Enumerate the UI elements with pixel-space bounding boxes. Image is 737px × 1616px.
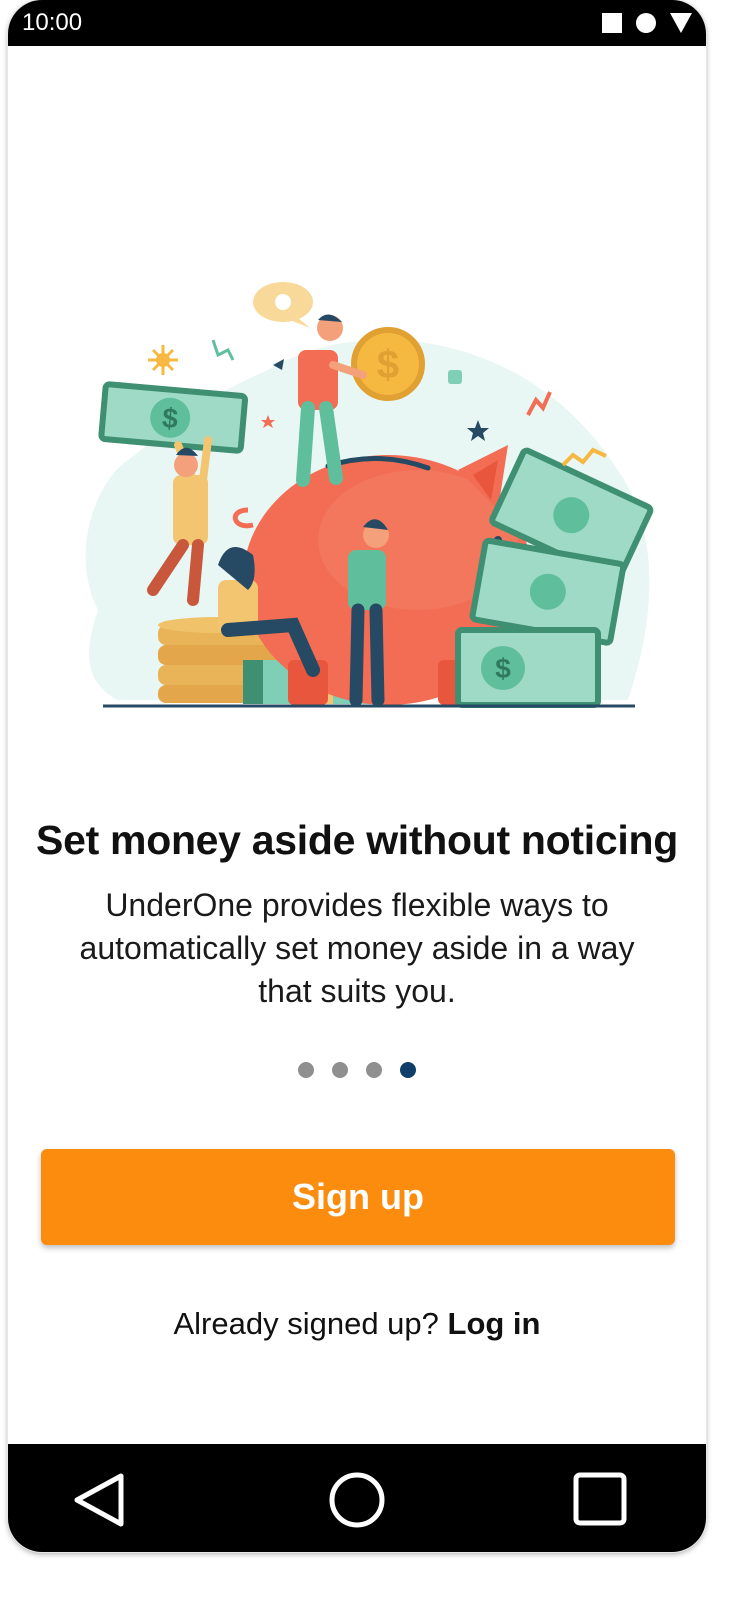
navigation-bar [8, 1444, 706, 1552]
back-icon[interactable] [63, 1464, 133, 1534]
login-row: Already signed up? Log in [8, 1302, 706, 1346]
piggy-bank-savings-illustration: $ $ $ [85, 282, 654, 708]
page-indicator [8, 1062, 706, 1078]
login-prompt: Already signed up? [173, 1306, 448, 1341]
square-icon [602, 13, 622, 33]
page-dot-3[interactable] [366, 1062, 382, 1078]
svg-text:$: $ [495, 653, 511, 684]
onboarding-description: UnderOne provides flexible ways to autom… [79, 887, 635, 1009]
onboarding-headline: Set money aside without noticing [36, 817, 678, 863]
svg-text:$: $ [161, 402, 180, 434]
triangle-icon [670, 13, 692, 33]
page-dot-2[interactable] [332, 1062, 348, 1078]
sign-up-label: Sign up [292, 1176, 424, 1217]
sign-up-button[interactable]: Sign up [41, 1149, 675, 1245]
status-icons [602, 12, 692, 34]
svg-text:$: $ [377, 343, 399, 387]
home-icon[interactable] [322, 1464, 392, 1534]
status-bar: 10:00 [8, 0, 706, 46]
status-time: 10:00 [22, 9, 83, 36]
log-in-link[interactable]: Log in [448, 1306, 541, 1341]
recents-icon[interactable] [565, 1464, 635, 1534]
phone-frame: 10:00 $ $ $ Set money aside without noti… [8, 0, 706, 1552]
page-dot-4-active[interactable] [400, 1062, 416, 1078]
page-dot-1[interactable] [298, 1062, 314, 1078]
circle-icon [636, 13, 656, 33]
